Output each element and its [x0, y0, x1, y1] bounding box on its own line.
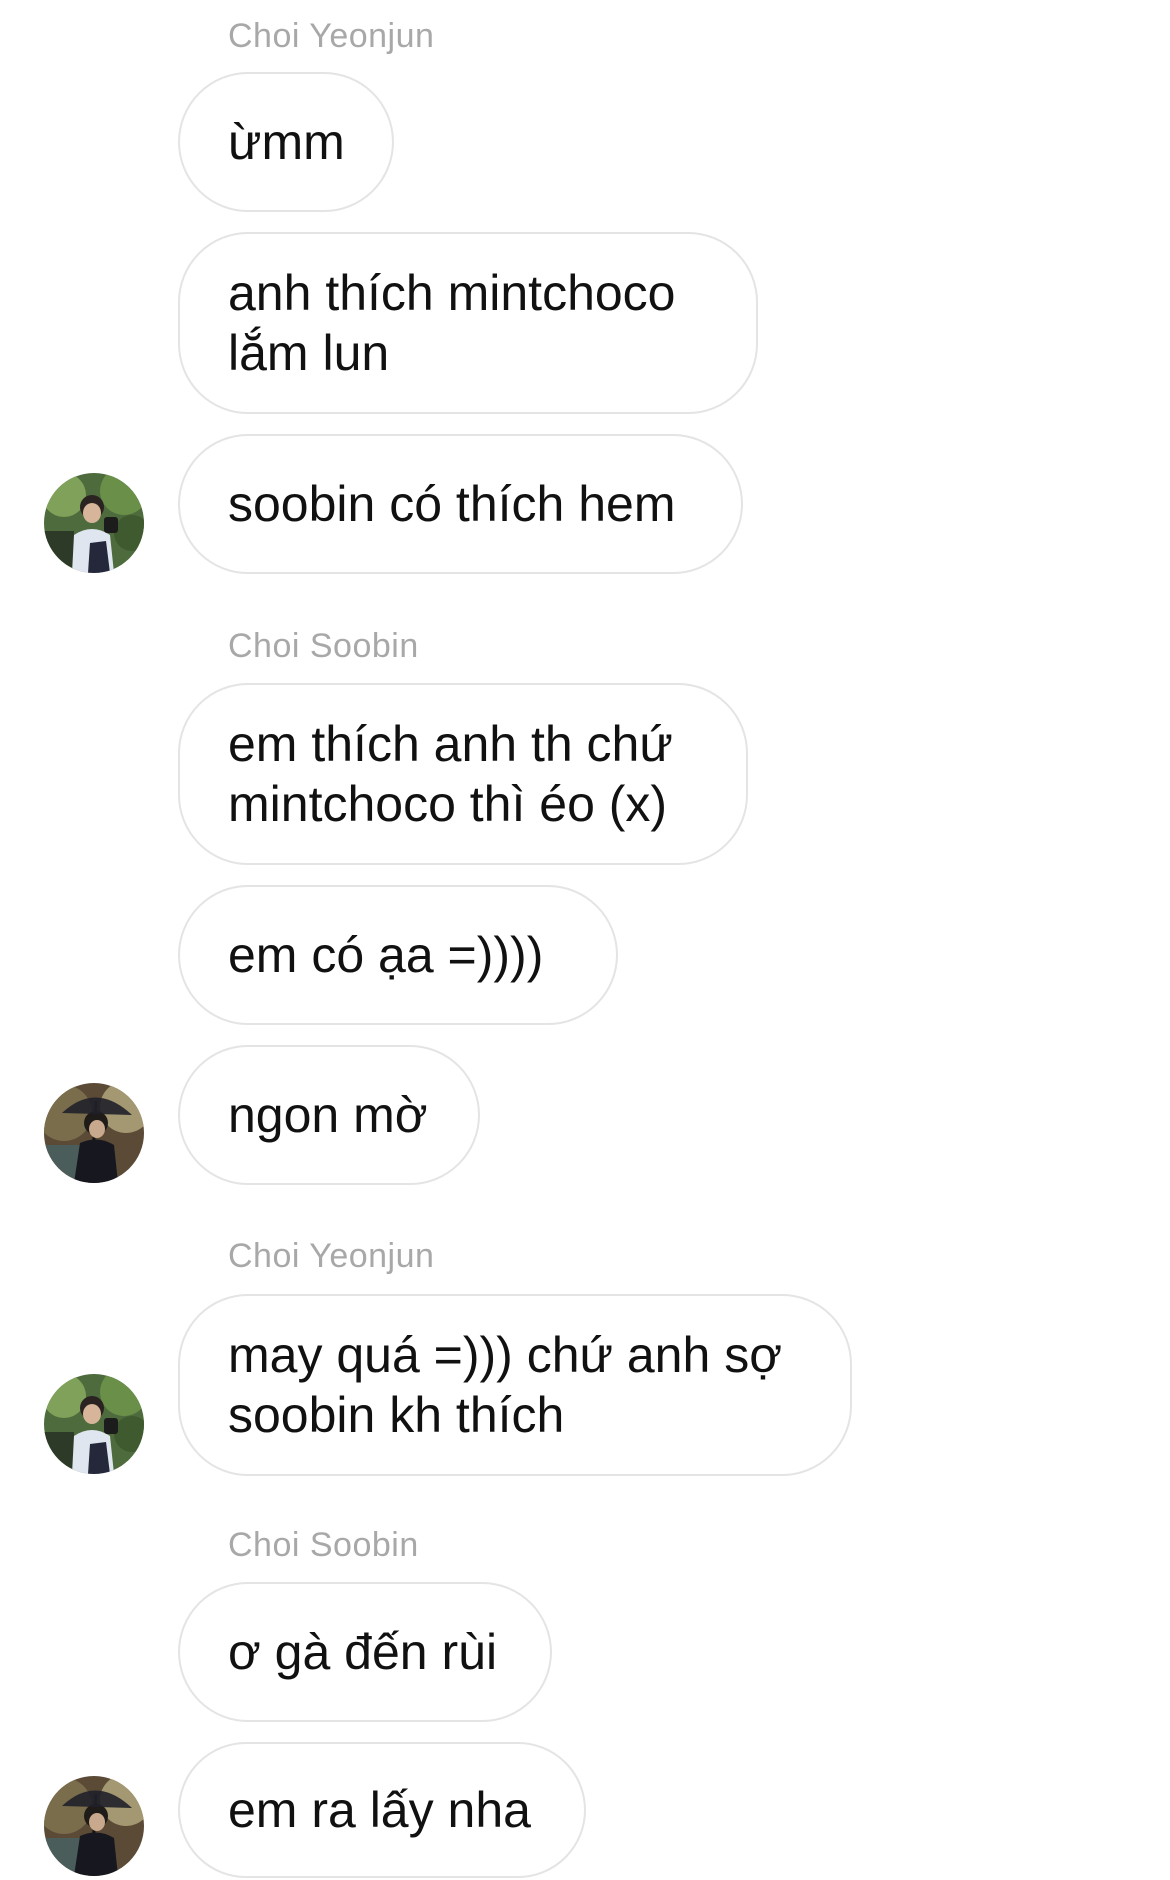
message-bubble[interactable]: em có ạa =))))	[178, 885, 618, 1025]
message-bubble[interactable]: soobin có thích hem	[178, 434, 743, 574]
yeonjun-avatar-image	[44, 473, 144, 573]
avatar[interactable]	[44, 473, 144, 573]
soobin-avatar-image	[44, 1776, 144, 1876]
yeonjun-avatar-image	[44, 1374, 144, 1474]
message-bubble[interactable]: em ra lấy nha	[178, 1742, 586, 1878]
message-bubble[interactable]: ơ gà đến rùi	[178, 1582, 552, 1722]
message-bubble[interactable]: em thích anh th chứ mintchoco thì éo (x)	[178, 683, 748, 865]
message-bubble[interactable]: ừmm	[178, 72, 394, 212]
message-bubble[interactable]: may quá =))) chứ anh sợ soobin kh thích	[178, 1294, 852, 1476]
sender-name: Choi Yeonjun	[228, 17, 435, 55]
message-bubble[interactable]: anh thích mintchoco lắm lun	[178, 232, 758, 414]
message-bubble[interactable]: ngon mờ	[178, 1045, 480, 1185]
sender-name: Choi Yeonjun	[228, 1237, 435, 1275]
sender-name: Choi Soobin	[228, 1526, 419, 1564]
soobin-avatar-image	[44, 1083, 144, 1183]
avatar[interactable]	[44, 1083, 144, 1183]
sender-name: Choi Soobin	[228, 627, 419, 665]
avatar[interactable]	[44, 1374, 144, 1474]
avatar[interactable]	[44, 1776, 144, 1876]
chat-thread: Choi Yeonjun ừmm anh thích mintchoco lắm…	[0, 0, 1170, 1880]
